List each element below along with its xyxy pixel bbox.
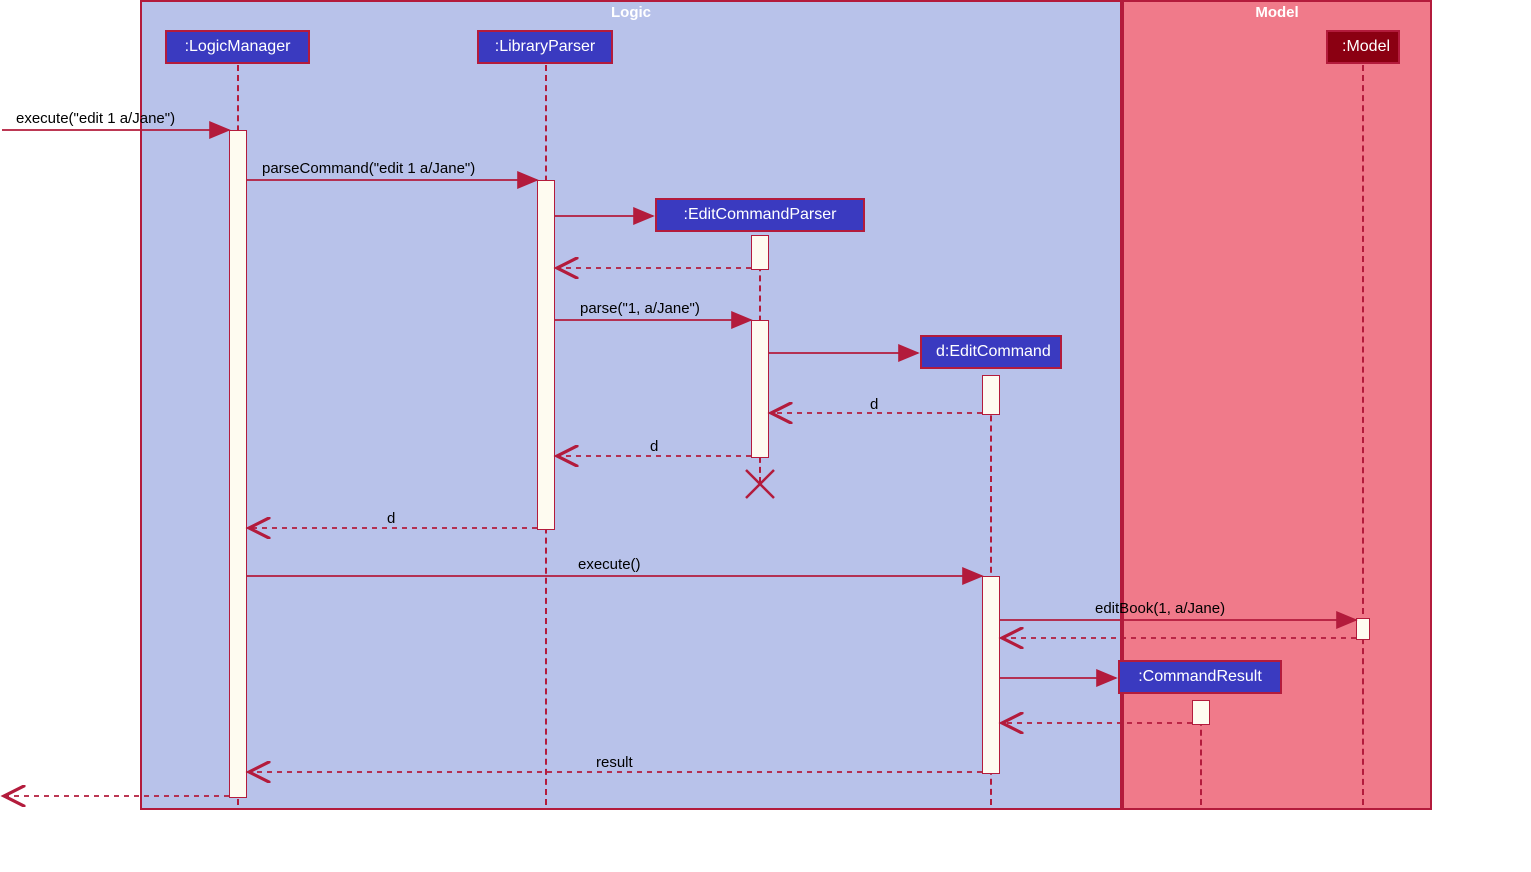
msg-return-d3: d bbox=[387, 510, 395, 527]
frame-label-model: Model bbox=[1255, 4, 1298, 21]
msg-result: result bbox=[596, 754, 633, 771]
msg-execute-in: execute("edit 1 a/Jane") bbox=[16, 110, 175, 127]
participant-model: :Model bbox=[1326, 30, 1400, 64]
activation-libraryparser bbox=[537, 180, 555, 530]
lifeline-model bbox=[1362, 65, 1364, 805]
frame-label-logic: Logic bbox=[611, 4, 651, 21]
msg-return-d1: d bbox=[870, 396, 878, 413]
activation-editcommand-2 bbox=[982, 576, 1000, 774]
participant-logicmanager: :LogicManager bbox=[165, 30, 310, 64]
activation-commandresult bbox=[1192, 700, 1210, 725]
msg-return-d2: d bbox=[650, 438, 658, 455]
frame-logic: Logic bbox=[140, 0, 1122, 810]
activation-logicmanager bbox=[229, 130, 247, 798]
msg-parse: parse("1, a/Jane") bbox=[580, 300, 700, 317]
activation-editcommandparser-2 bbox=[751, 320, 769, 458]
msg-editbook: editBook(1, a/Jane) bbox=[1095, 600, 1225, 617]
sequence-diagram: Logic Model :LogicManager :LibraryParser… bbox=[0, 0, 1531, 872]
participant-commandresult: :CommandResult bbox=[1118, 660, 1282, 694]
participant-editcommand: d:EditCommand bbox=[920, 335, 1062, 369]
participant-editcommandparser: :EditCommandParser bbox=[655, 198, 865, 232]
activation-editcommand-1 bbox=[982, 375, 1000, 415]
msg-parsecommand: parseCommand("edit 1 a/Jane") bbox=[262, 160, 475, 177]
activation-editcommandparser-1 bbox=[751, 235, 769, 270]
participant-libraryparser: :LibraryParser bbox=[477, 30, 613, 64]
activation-model bbox=[1356, 618, 1370, 640]
msg-execute-call: execute() bbox=[578, 556, 641, 573]
